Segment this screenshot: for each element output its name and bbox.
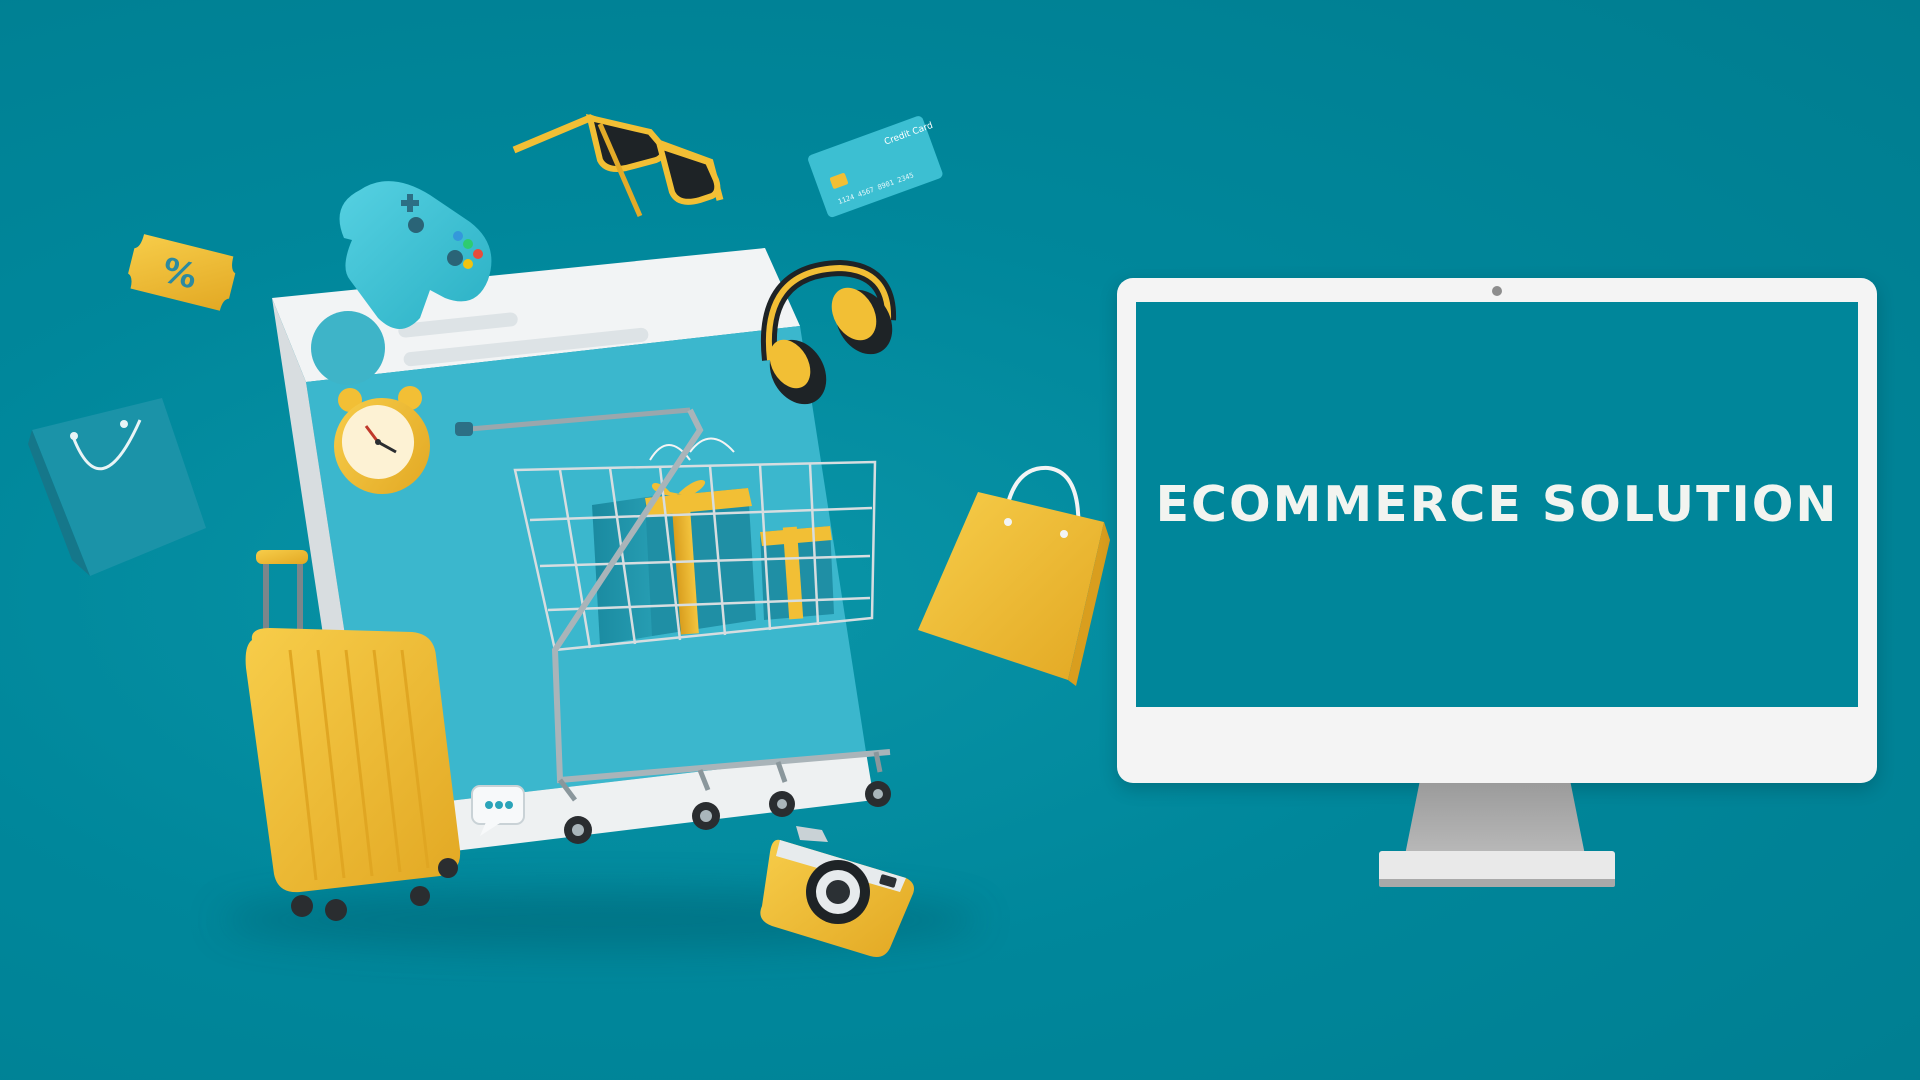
monitor-stand-base xyxy=(1379,851,1615,887)
shopping-bag-icon xyxy=(28,398,206,576)
monitor-stand-neck xyxy=(1405,783,1585,855)
shopping-bag-icon xyxy=(918,465,1110,686)
credit-card-icon: Credit Card 1124 4567 8901 2345 xyxy=(808,116,943,218)
headline: ECOMMERCE SOLUTION xyxy=(1155,476,1839,533)
hero-banner: Credit Card 1124 4567 8901 2345 % ECOMME… xyxy=(0,0,1920,1080)
ecommerce-illustration: Credit Card 1124 4567 8901 2345 % xyxy=(28,113,1110,957)
desktop-monitor-icon: ECOMMERCE SOLUTION xyxy=(1117,278,1877,783)
webcam-dot xyxy=(1492,286,1502,296)
camera-icon xyxy=(760,826,914,957)
profile-avatar xyxy=(311,311,385,385)
sunglasses-icon xyxy=(512,113,724,217)
discount-coupon-icon: % xyxy=(128,234,236,311)
monitor-screen: ECOMMERCE SOLUTION xyxy=(1136,302,1858,707)
